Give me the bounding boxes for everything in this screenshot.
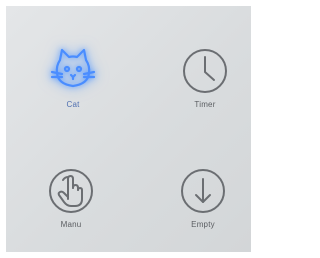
hand-tap-icon [49,169,93,213]
timer-label: Timer [194,100,216,109]
cat-button[interactable]: Cat [38,46,108,126]
menu-label: Manu [60,220,82,229]
photo-frame: Cat Timer Manu Empty [0,0,257,258]
empty-button[interactable]: Empty [168,166,238,246]
menu-button[interactable]: Manu [36,166,106,246]
timer-button[interactable]: Timer [170,46,240,126]
empty-label: Empty [191,220,215,229]
arrow-down-circle-icon [181,169,225,213]
cat-icon [50,48,96,88]
cat-label: Cat [66,100,80,109]
touch-panel: Cat Timer Manu Empty [6,6,251,252]
clock-icon [183,49,227,93]
